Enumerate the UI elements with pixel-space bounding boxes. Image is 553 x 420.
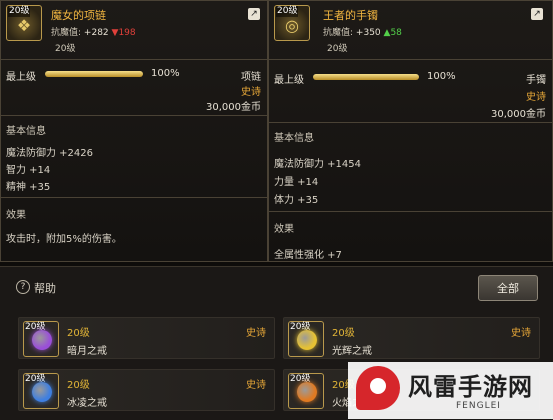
right-item-panel: 20级 ◎ 王者的手镯 抗魔值: +350 ▲58 20级 ↗ 最上级 100%… xyxy=(268,0,553,262)
necklace-icon[interactable]: 20级 ❖ xyxy=(6,5,42,41)
necklace-glyph: ❖ xyxy=(16,16,32,35)
watermark-title: 风雷手游网 xyxy=(408,373,533,401)
help-label[interactable]: 帮助 xyxy=(34,280,56,296)
upgrade-percent: 100% xyxy=(427,71,456,82)
ring-icon: 20级 xyxy=(23,321,59,357)
stat-line: 精神 +35 xyxy=(6,182,51,193)
item-price: 30,000金币 xyxy=(491,109,546,120)
stat-value: +350 xyxy=(355,28,381,38)
card-name: 光辉之戒 xyxy=(332,346,372,357)
item-price: 30,000金币 xyxy=(206,102,261,113)
ring-card[interactable]: 20级 20级 史诗 暗月之戒 xyxy=(18,317,275,359)
item-resist-stat: 抗魔值: +350 ▲58 xyxy=(323,25,402,38)
all-filter-button[interactable]: 全部 xyxy=(478,275,538,301)
share-icon[interactable]: ↗ xyxy=(531,8,543,20)
upgrade-progress-fill xyxy=(313,74,419,80)
effect-text: 攻击时，附加5%的伤害。 xyxy=(6,234,122,245)
stat-line: 体力 +35 xyxy=(274,195,319,206)
bracelet-icon[interactable]: 20级 ◎ xyxy=(274,5,310,41)
stat-delta: ▼198 xyxy=(111,28,136,38)
item-resist-stat: 抗魔值: +282 ▼198 xyxy=(51,25,136,38)
ring-icon: 20级 xyxy=(23,373,59,409)
effect-text: 全属性强化 +7 xyxy=(274,250,342,261)
basic-info-title: 基本信息 xyxy=(6,126,46,137)
divider xyxy=(269,122,552,123)
stat-label: 抗魔值: xyxy=(51,28,82,38)
item-level: 20级 xyxy=(55,44,76,54)
help-icon[interactable]: ? xyxy=(16,280,30,294)
ring-icon: 20级 xyxy=(288,321,324,357)
upgrade-percent: 100% xyxy=(151,68,180,79)
upgrade-label: 最上级 xyxy=(274,75,304,86)
stat-line: 智力 +14 xyxy=(6,165,51,176)
divider xyxy=(269,211,552,212)
divider xyxy=(1,115,267,116)
card-grade: 史诗 xyxy=(246,380,266,391)
item-level: 20级 xyxy=(327,44,348,54)
ring-card[interactable]: 20级 20级 史诗 光辉之戒 xyxy=(283,317,540,359)
ring-card[interactable]: 20级 20级 史诗 冰凌之戒 xyxy=(18,369,275,411)
effect-title: 效果 xyxy=(6,210,26,221)
item-grade: 史诗 xyxy=(526,92,546,103)
card-grade: 史诗 xyxy=(246,328,266,339)
divider xyxy=(1,59,267,60)
stat-value: +282 xyxy=(83,28,109,38)
card-level: 20级 xyxy=(67,328,90,339)
bracelet-glyph: ◎ xyxy=(285,16,299,35)
left-item-panel: 20级 ❖ 魔女的项链 抗魔值: +282 ▼198 20级 ↗ 最上级 100… xyxy=(0,0,268,262)
ring-orb xyxy=(32,382,52,402)
item-name: 王者的手镯 xyxy=(323,9,378,22)
stat-line: 魔法防御力 +2426 xyxy=(6,148,94,159)
stat-delta: ▲58 xyxy=(383,28,402,38)
divider xyxy=(269,59,552,60)
stat-label: 抗魔值: xyxy=(323,28,354,38)
effect-title: 效果 xyxy=(274,224,294,235)
card-name: 暗月之戒 xyxy=(67,346,107,357)
ring-orb xyxy=(297,330,317,350)
item-name: 魔女的项链 xyxy=(51,9,106,22)
card-level: 20级 xyxy=(67,380,90,391)
card-level: 20级 xyxy=(332,328,355,339)
share-icon[interactable]: ↗ xyxy=(248,8,260,20)
watermark-subtitle: FENGLEI xyxy=(456,401,501,411)
item-type: 项链 xyxy=(241,72,261,83)
basic-info-title: 基本信息 xyxy=(274,133,314,144)
upgrade-label: 最上级 xyxy=(6,72,36,83)
fenglei-logo-icon xyxy=(356,366,400,410)
stat-line: 力量 +14 xyxy=(274,177,319,188)
item-grade: 史诗 xyxy=(241,87,261,98)
upgrade-progress-bar xyxy=(45,71,143,77)
ring-orb xyxy=(297,382,317,402)
site-watermark: 风雷手游网 FENGLEI xyxy=(348,362,553,419)
upgrade-progress-bar xyxy=(313,74,419,80)
stat-line: 魔法防御力 +1454 xyxy=(274,159,362,170)
card-name: 冰凌之戒 xyxy=(67,398,107,409)
card-grade: 史诗 xyxy=(511,328,531,339)
ring-orb xyxy=(32,330,52,350)
divider xyxy=(1,197,267,198)
upgrade-progress-fill xyxy=(45,71,143,77)
item-type: 手镯 xyxy=(526,75,546,86)
ring-icon: 20级 xyxy=(288,373,324,409)
